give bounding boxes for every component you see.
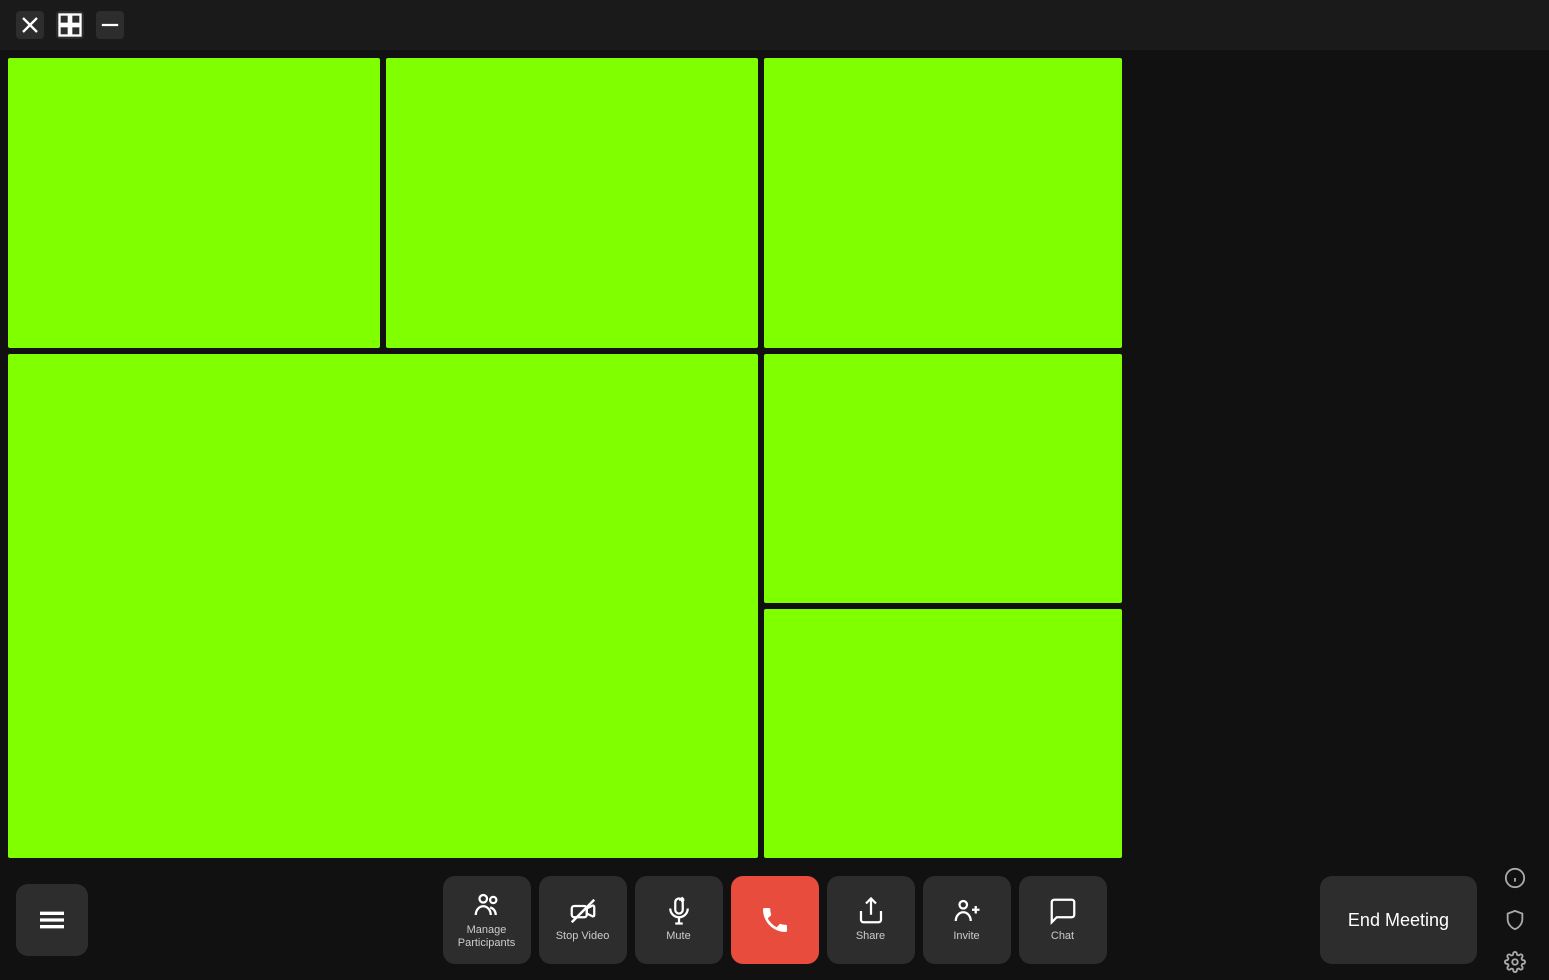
title-bar bbox=[0, 0, 1549, 50]
toolbar: Manage Participants Stop Video Mute bbox=[0, 860, 1549, 980]
shield-icon bbox=[1504, 909, 1526, 931]
manage-participants-button[interactable]: Manage Participants bbox=[443, 876, 531, 964]
layout-button[interactable] bbox=[56, 11, 84, 39]
menu-icon bbox=[36, 904, 68, 936]
menu-button[interactable] bbox=[16, 884, 88, 956]
share-icon bbox=[856, 896, 886, 926]
video-icon bbox=[568, 896, 598, 926]
video-grid bbox=[0, 50, 1549, 860]
video-cell-right-bottom bbox=[764, 609, 1122, 858]
mic-icon bbox=[664, 896, 694, 926]
invite-label: Invite bbox=[953, 930, 979, 943]
hangup-button[interactable] bbox=[731, 876, 819, 964]
info-button[interactable] bbox=[1497, 860, 1533, 896]
mute-label: Mute bbox=[666, 930, 690, 943]
close-icon bbox=[16, 11, 44, 39]
video-cell-right-top bbox=[764, 354, 1122, 603]
stop-video-button[interactable]: Stop Video bbox=[539, 876, 627, 964]
video-cell-2 bbox=[386, 58, 758, 348]
video-cell-1 bbox=[8, 58, 380, 348]
invite-button[interactable]: Invite bbox=[923, 876, 1011, 964]
side-icons bbox=[1497, 860, 1533, 980]
toolbar-right: End Meeting bbox=[1320, 860, 1533, 980]
close-button[interactable] bbox=[16, 11, 44, 39]
end-meeting-label: End Meeting bbox=[1348, 910, 1449, 931]
settings-button[interactable] bbox=[1497, 944, 1533, 980]
minimize-icon bbox=[96, 11, 124, 39]
minimize-button[interactable] bbox=[96, 11, 124, 39]
toolbar-center: Manage Participants Stop Video Mute bbox=[443, 876, 1107, 964]
video-cell-3 bbox=[764, 58, 1122, 348]
participants-icon bbox=[472, 890, 502, 920]
invite-icon bbox=[952, 896, 982, 926]
mute-button[interactable]: Mute bbox=[635, 876, 723, 964]
layout-icon bbox=[56, 11, 84, 39]
settings-icon bbox=[1504, 951, 1526, 973]
chat-icon bbox=[1048, 896, 1078, 926]
chat-button[interactable]: Chat bbox=[1019, 876, 1107, 964]
manage-participants-label: Manage Participants bbox=[443, 924, 531, 950]
shield-button[interactable] bbox=[1497, 902, 1533, 938]
stop-video-label: Stop Video bbox=[556, 930, 610, 943]
info-icon bbox=[1504, 867, 1526, 889]
share-button[interactable]: Share bbox=[827, 876, 915, 964]
video-cell-large bbox=[8, 354, 758, 858]
video-cell-right-column bbox=[764, 354, 1122, 858]
share-label: Share bbox=[856, 930, 885, 943]
hangup-icon bbox=[759, 904, 791, 936]
chat-label: Chat bbox=[1051, 930, 1074, 943]
end-meeting-button[interactable]: End Meeting bbox=[1320, 876, 1477, 964]
